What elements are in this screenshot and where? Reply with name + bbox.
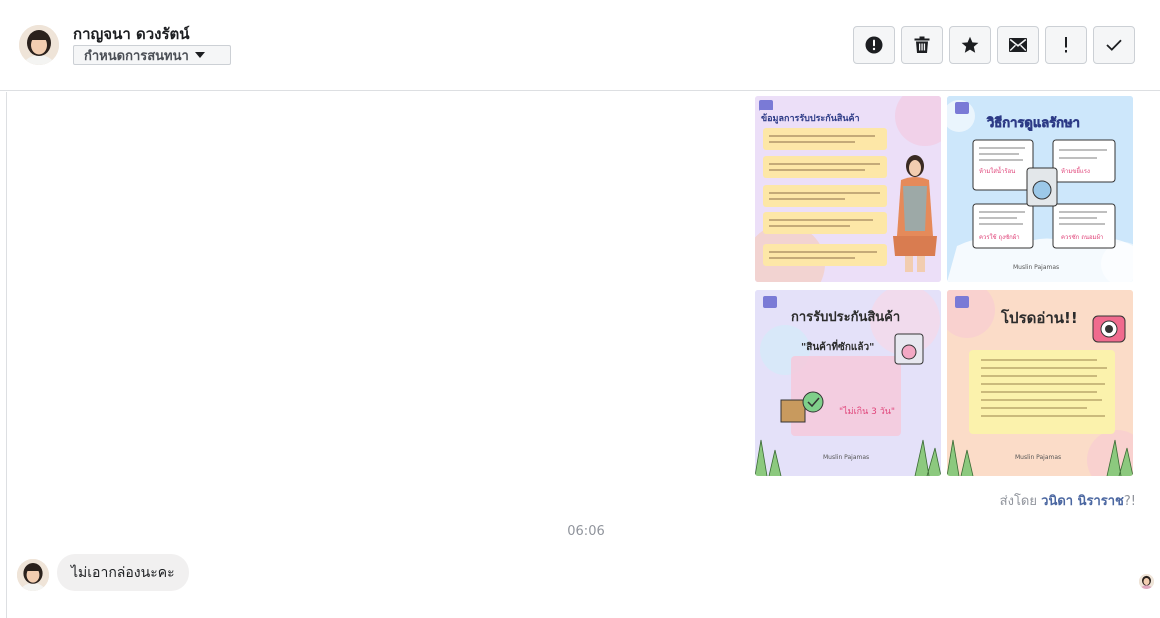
sent-by-name[interactable]: วนิดา นิราราช bbox=[1041, 494, 1124, 509]
image-2-brand: Muslin Pajamas bbox=[1013, 264, 1060, 271]
mark-unread-button[interactable] bbox=[997, 26, 1039, 64]
image-1-title: ข้อมูลการรับประกันสินค้า bbox=[761, 114, 860, 124]
incoming-message-bubble[interactable]: ไม่เอากล่องนะคะ bbox=[57, 554, 189, 591]
attachment-image-4[interactable]: โปรดอ่าน!! Muslin Pajamas bbox=[947, 290, 1133, 476]
image-2-tip-1: ห้ามใส่น้ำร้อน bbox=[979, 168, 1016, 175]
alert-circle-icon bbox=[865, 36, 883, 54]
image-4-brand: Muslin Pajamas bbox=[1015, 454, 1062, 461]
incoming-message-text: ไม่เอากล่องนะคะ bbox=[71, 564, 175, 581]
image-3-title: การรับประกันสินค้า bbox=[791, 310, 901, 325]
sender-avatar[interactable] bbox=[17, 559, 49, 591]
check-icon bbox=[1106, 39, 1122, 51]
contact-name[interactable]: กาญจนา ดวงรัตน์ bbox=[73, 22, 190, 46]
star-icon bbox=[961, 36, 979, 53]
assign-label: กำหนดการสนทนา bbox=[84, 48, 189, 64]
image-2-tip-2: ห้ามขยี้แรง bbox=[1061, 168, 1090, 175]
image-3-brand: Muslin Pajamas bbox=[823, 454, 870, 461]
exclamation-icon bbox=[1065, 37, 1067, 53]
delete-button[interactable] bbox=[901, 26, 943, 64]
panel-divider bbox=[6, 92, 7, 618]
image-3-highlight: "ไม่เกิน 3 วัน" bbox=[839, 407, 896, 417]
attachment-image-1[interactable]: ข้อมูลการรับประกันสินค้า bbox=[755, 96, 941, 282]
trash-icon bbox=[914, 36, 930, 53]
image-2-tip-3: ควรใช้ ถุงซักผ้า bbox=[979, 234, 1020, 241]
conversation-header: กาญจนา ดวงรัตน์ กำหนดการสนทนา bbox=[0, 0, 1160, 91]
sent-by-suffix: ?! bbox=[1123, 494, 1136, 509]
follow-up-button[interactable] bbox=[1045, 26, 1087, 64]
attachment-image-2[interactable]: วิธีการดูแลรักษา ห้ามใส่น้ำร้อน ห้ามขยี้… bbox=[947, 96, 1133, 282]
envelope-icon bbox=[1009, 38, 1027, 52]
assign-conversation-dropdown[interactable]: กำหนดการสนทนา bbox=[73, 45, 231, 65]
seen-avatar bbox=[1139, 574, 1154, 589]
sent-by-prefix: ส่งโดย bbox=[999, 494, 1037, 509]
star-button[interactable] bbox=[949, 26, 991, 64]
report-spam-button[interactable] bbox=[853, 26, 895, 64]
message-timestamp: 06:06 bbox=[567, 524, 605, 539]
sent-by-label: ส่งโดย วนิดา นิราราช?! bbox=[1000, 490, 1136, 511]
image-3-subtitle: "สินค้าที่ซักแล้ว" bbox=[801, 342, 875, 353]
image-2-title: วิธีการดูแลรักษา bbox=[987, 116, 1081, 132]
conversation-toolbar bbox=[853, 26, 1135, 64]
contact-avatar[interactable] bbox=[19, 25, 59, 65]
caret-down-icon bbox=[194, 52, 205, 58]
image-2-tip-4: ควรซัก ถนอมผ้า bbox=[1061, 234, 1104, 241]
attachment-image-3[interactable]: การรับประกันสินค้า "สินค้าที่ซักแล้ว" "ไ… bbox=[755, 290, 941, 476]
mark-done-button[interactable] bbox=[1093, 26, 1135, 64]
image-4-title: โปรดอ่าน!! bbox=[1001, 309, 1078, 327]
